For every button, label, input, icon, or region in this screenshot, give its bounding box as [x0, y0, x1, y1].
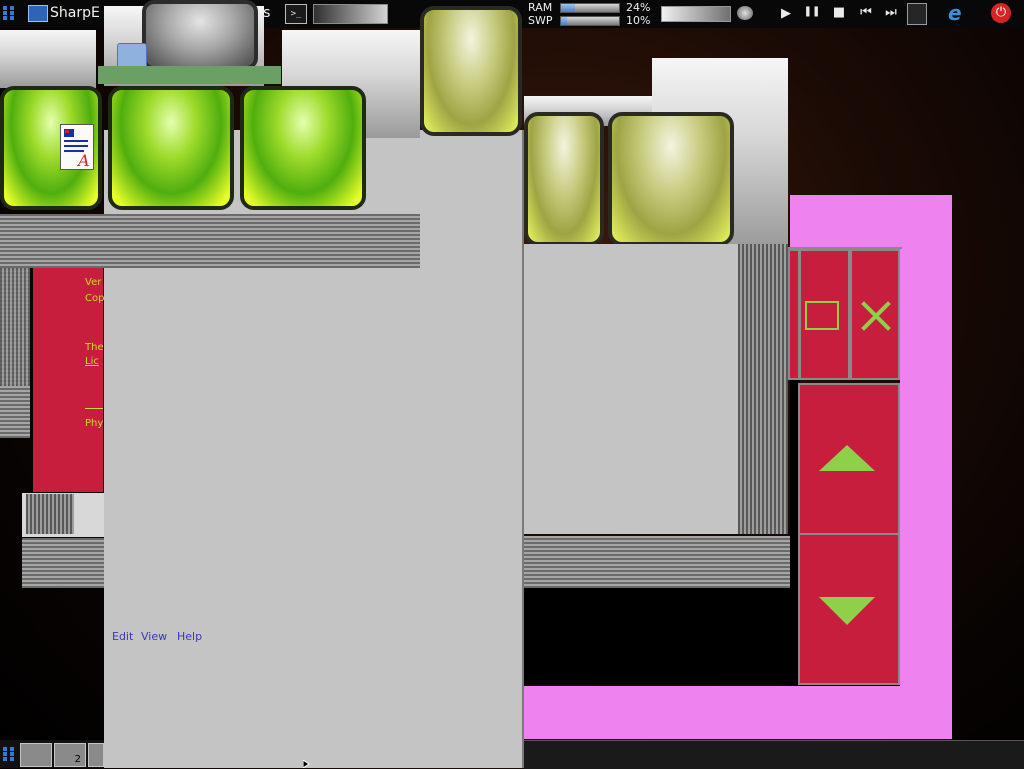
- green-bar: [98, 66, 281, 84]
- maximize-icon: [805, 301, 839, 330]
- speaker-icon[interactable]: [737, 6, 753, 20]
- grid-menu-icon-bottom[interactable]: [3, 747, 15, 761]
- about-window: Ver Cop The Lic Phy: [33, 266, 105, 492]
- top-olive-orb: [420, 6, 522, 136]
- workspace-pager-1[interactable]: [20, 743, 52, 767]
- stop-button[interactable]: ■: [830, 5, 848, 20]
- terminal-glyph: >_: [290, 9, 302, 19]
- about-line-version: Ver: [85, 277, 102, 288]
- green-orb-2: [108, 86, 234, 210]
- swap-label: SWP: [528, 14, 553, 27]
- menu-view[interactable]: View: [141, 630, 167, 643]
- pause-button[interactable]: ❚❚: [803, 6, 821, 17]
- network-icon[interactable]: [907, 3, 927, 25]
- pink-window-right: [900, 195, 952, 739]
- grid-menu-icon[interactable]: [3, 6, 15, 20]
- green-orb-3: [240, 86, 366, 210]
- mouse-cursor-icon: [303, 760, 310, 768]
- top-gray-orb: [142, 0, 258, 70]
- swap-percent: 10%: [626, 14, 651, 27]
- play-button[interactable]: ▶: [777, 6, 795, 21]
- about-line-license: Lic: [85, 356, 99, 367]
- about-line-phy: Phy: [85, 418, 104, 429]
- maximize-button[interactable]: [799, 249, 850, 380]
- workspace-pager-2[interactable]: 2: [54, 743, 86, 767]
- notes-document-icon[interactable]: A: [60, 124, 94, 170]
- svg-text:A: A: [76, 151, 90, 169]
- background-window-footer: [22, 538, 104, 588]
- scroll-up-button[interactable]: [798, 383, 900, 535]
- sharpe-task-label: SharpE: [50, 5, 100, 21]
- about-line-copyright: Cop: [85, 293, 105, 304]
- arrow-down-icon: [819, 597, 875, 625]
- power-glyph: ⏻: [995, 5, 1007, 20]
- volume-slider[interactable]: [661, 6, 731, 22]
- right-olive-orb-2: [608, 112, 734, 246]
- next-button[interactable]: ⏭: [880, 5, 902, 20]
- about-divider: [85, 408, 103, 409]
- ram-meter: [560, 3, 620, 13]
- bottom-bar: 2: [0, 740, 104, 768]
- status-stripes: [524, 536, 790, 588]
- browser-glyph: e: [948, 1, 962, 25]
- sharpe-task-button[interactable]: SharpE: [26, 2, 102, 26]
- bottom-bar-right: [524, 740, 1024, 769]
- black-panel: [524, 588, 800, 684]
- background-window-grill: [26, 494, 74, 534]
- ram-percent: 24%: [626, 1, 651, 14]
- browser-icon[interactable]: e: [948, 3, 968, 23]
- background-window-edge: [0, 268, 30, 386]
- about-line-the: The: [85, 342, 104, 353]
- menu-help[interactable]: Help: [177, 630, 202, 643]
- pink-window-bottom: [524, 686, 952, 739]
- tile-header-left: [0, 30, 96, 88]
- prev-button[interactable]: ⏮: [855, 5, 877, 20]
- content-panel: [524, 244, 738, 534]
- power-icon[interactable]: ⏻: [991, 3, 1011, 23]
- toolbar-stripes: [0, 214, 420, 268]
- run-input[interactable]: [313, 4, 388, 24]
- terminal-icon[interactable]: >_: [285, 4, 307, 24]
- sharpe-desktop-icon: [28, 5, 48, 22]
- scroll-column[interactable]: [738, 244, 788, 534]
- right-olive-orb-1: [524, 112, 604, 246]
- scroll-down-button[interactable]: [798, 533, 900, 685]
- ram-label: RAM: [528, 1, 553, 14]
- close-button[interactable]: [850, 249, 900, 380]
- workspace-number: 2: [74, 754, 81, 765]
- swap-meter: [560, 16, 620, 26]
- menu-edit[interactable]: Edit: [112, 630, 133, 643]
- workspace-pager-3[interactable]: [88, 743, 104, 767]
- close-icon: [861, 301, 891, 331]
- arrow-up-icon: [819, 445, 875, 471]
